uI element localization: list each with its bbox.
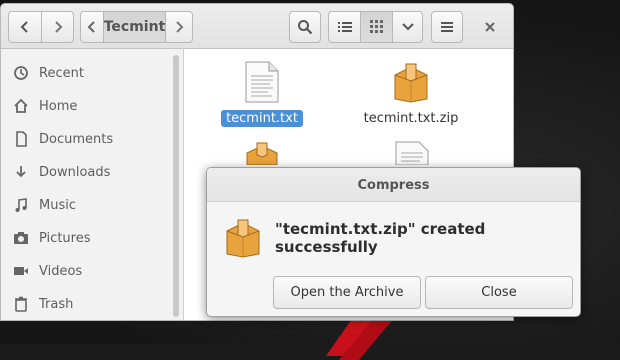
file-name: tecmint.txt (221, 110, 303, 127)
sidebar-scrollbar[interactable] (173, 55, 179, 317)
chevron-left-icon (87, 21, 95, 33)
header-bar: Tecmint (1, 4, 513, 49)
chevron-down-icon (401, 23, 414, 31)
grid-view-icon (369, 20, 383, 33)
sidebar-item-videos[interactable]: Videos (1, 256, 171, 286)
sidebar-item-label: Documents (39, 131, 114, 147)
dialog-message: "tecmint.txt.zip" created successfully (275, 220, 486, 256)
menu-button[interactable] (431, 11, 463, 43)
open-archive-button[interactable]: Open the Archive (273, 276, 421, 309)
chevron-right-icon (176, 21, 184, 33)
home-icon (12, 97, 30, 115)
sidebar-item-label: Trash (39, 296, 74, 312)
archive-icon (225, 218, 261, 262)
trash-icon (12, 295, 30, 313)
sidebar-item-label: Pictures (39, 230, 91, 246)
music-icon (12, 196, 30, 214)
places-sidebar: Recent Home Documents Downloads Music Pi… (1, 49, 184, 320)
archive-icon (244, 141, 280, 169)
back-button[interactable] (8, 11, 42, 43)
sidebar-item-home[interactable]: Home (1, 91, 171, 121)
close-icon (485, 22, 495, 32)
path-scroll-left-button[interactable] (80, 11, 104, 43)
chevron-right-icon (54, 21, 62, 33)
sidebar-item-pictures[interactable]: Pictures (1, 223, 171, 253)
list-view-button[interactable] (328, 11, 361, 43)
sidebar-item-downloads[interactable]: Downloads (1, 157, 171, 187)
text-file-icon (394, 141, 430, 169)
camera-icon (12, 229, 30, 247)
search-button[interactable] (289, 11, 321, 43)
archive-icon (394, 63, 428, 103)
file-item[interactable]: tecmint.txt.zip (351, 61, 471, 127)
dialog-title: Compress (207, 168, 580, 202)
video-icon (12, 262, 30, 280)
sidebar-item-label: Recent (39, 65, 84, 81)
close-button[interactable]: Close (425, 276, 573, 309)
list-view-icon (337, 22, 352, 32)
path-label: Tecmint (103, 19, 166, 35)
clock-icon (12, 64, 30, 82)
grid-view-button[interactable] (360, 11, 393, 43)
sidebar-item-label: Home (39, 98, 78, 114)
view-options-button[interactable] (392, 11, 423, 43)
hamburger-menu-icon (441, 22, 453, 32)
sidebar-item-documents[interactable]: Documents (1, 124, 171, 154)
path-button-tecmint[interactable]: Tecmint (103, 11, 166, 43)
text-file-icon (245, 61, 279, 103)
chevron-left-icon (20, 21, 28, 33)
download-icon (12, 163, 30, 181)
sidebar-item-label: Downloads (39, 164, 111, 180)
path-scroll-right-button[interactable] (165, 11, 193, 43)
sidebar-item-label: Videos (39, 263, 83, 279)
sidebar-item-recent[interactable]: Recent (1, 58, 171, 88)
sidebar-item-label: Music (39, 197, 76, 213)
document-icon (12, 130, 30, 148)
window-close-button[interactable] (481, 18, 499, 36)
sidebar-item-music[interactable]: Music (1, 190, 171, 220)
sidebar-item-trash[interactable]: Trash (1, 289, 171, 319)
file-item[interactable]: tecmint.txt (202, 61, 322, 127)
compress-dialog: Compress "tecmint.txt.zip" created succe… (206, 167, 581, 317)
file-name: tecmint.txt.zip (363, 111, 459, 126)
forward-button[interactable] (41, 11, 74, 43)
search-icon (298, 20, 313, 35)
